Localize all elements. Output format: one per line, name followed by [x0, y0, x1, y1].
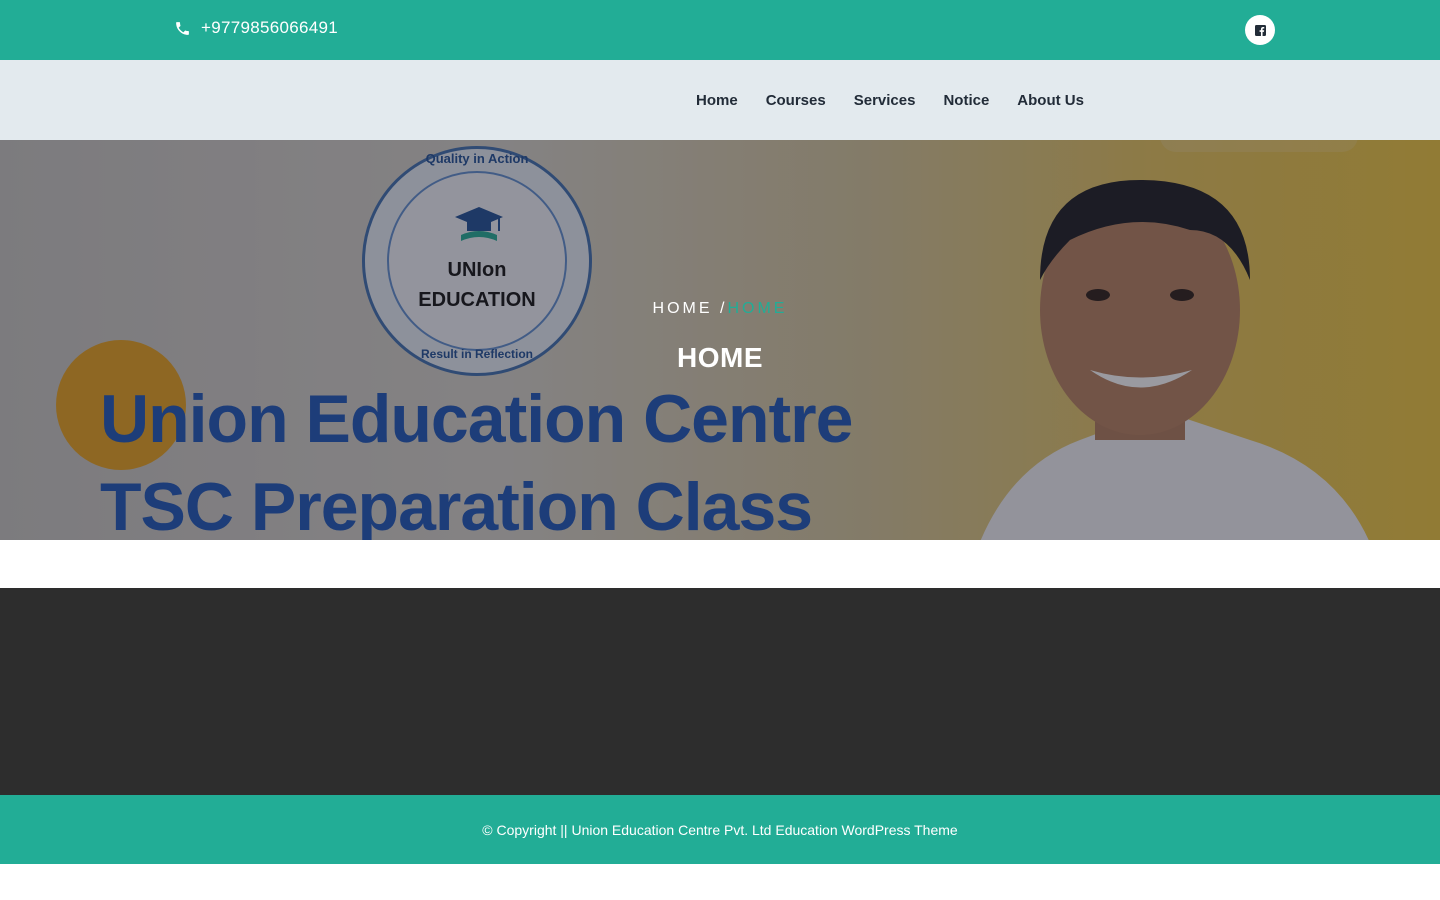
- nav-item-services[interactable]: Services: [840, 92, 930, 109]
- breadcrumb-current: HOME: [727, 300, 788, 317]
- phone-icon: [176, 21, 189, 35]
- phone-number: +9779856066491: [201, 18, 339, 37]
- footer-widget-area: [0, 588, 1440, 795]
- main-navigation: Home Courses Services Notice About Us: [0, 60, 1440, 140]
- banner-overlay: [0, 140, 1440, 540]
- page-title: HOME: [677, 342, 763, 373]
- breadcrumb: HOME /HOME: [0, 300, 1440, 318]
- copyright-text: © Copyright || Union Education Centre Pv…: [482, 821, 958, 838]
- facebook-link[interactable]: [1245, 15, 1275, 45]
- nav-item-notice[interactable]: Notice: [929, 92, 1003, 109]
- phone-contact[interactable]: +9779856066491: [174, 18, 338, 38]
- nav-item-home[interactable]: Home: [682, 92, 752, 109]
- nav-item-about-us[interactable]: About Us: [1003, 92, 1098, 109]
- top-bar: +9779856066491: [0, 0, 1440, 60]
- breadcrumb-home-link[interactable]: HOME: [653, 300, 713, 317]
- nav-item-courses[interactable]: Courses: [752, 92, 840, 109]
- page-banner: Quality in Action UNIon EDUCATION Result…: [0, 140, 1440, 540]
- nav-menu: Home Courses Services Notice About Us: [682, 60, 1098, 140]
- facebook-icon: [1254, 24, 1266, 36]
- copyright-bar: © Copyright || Union Education Centre Pv…: [0, 795, 1440, 864]
